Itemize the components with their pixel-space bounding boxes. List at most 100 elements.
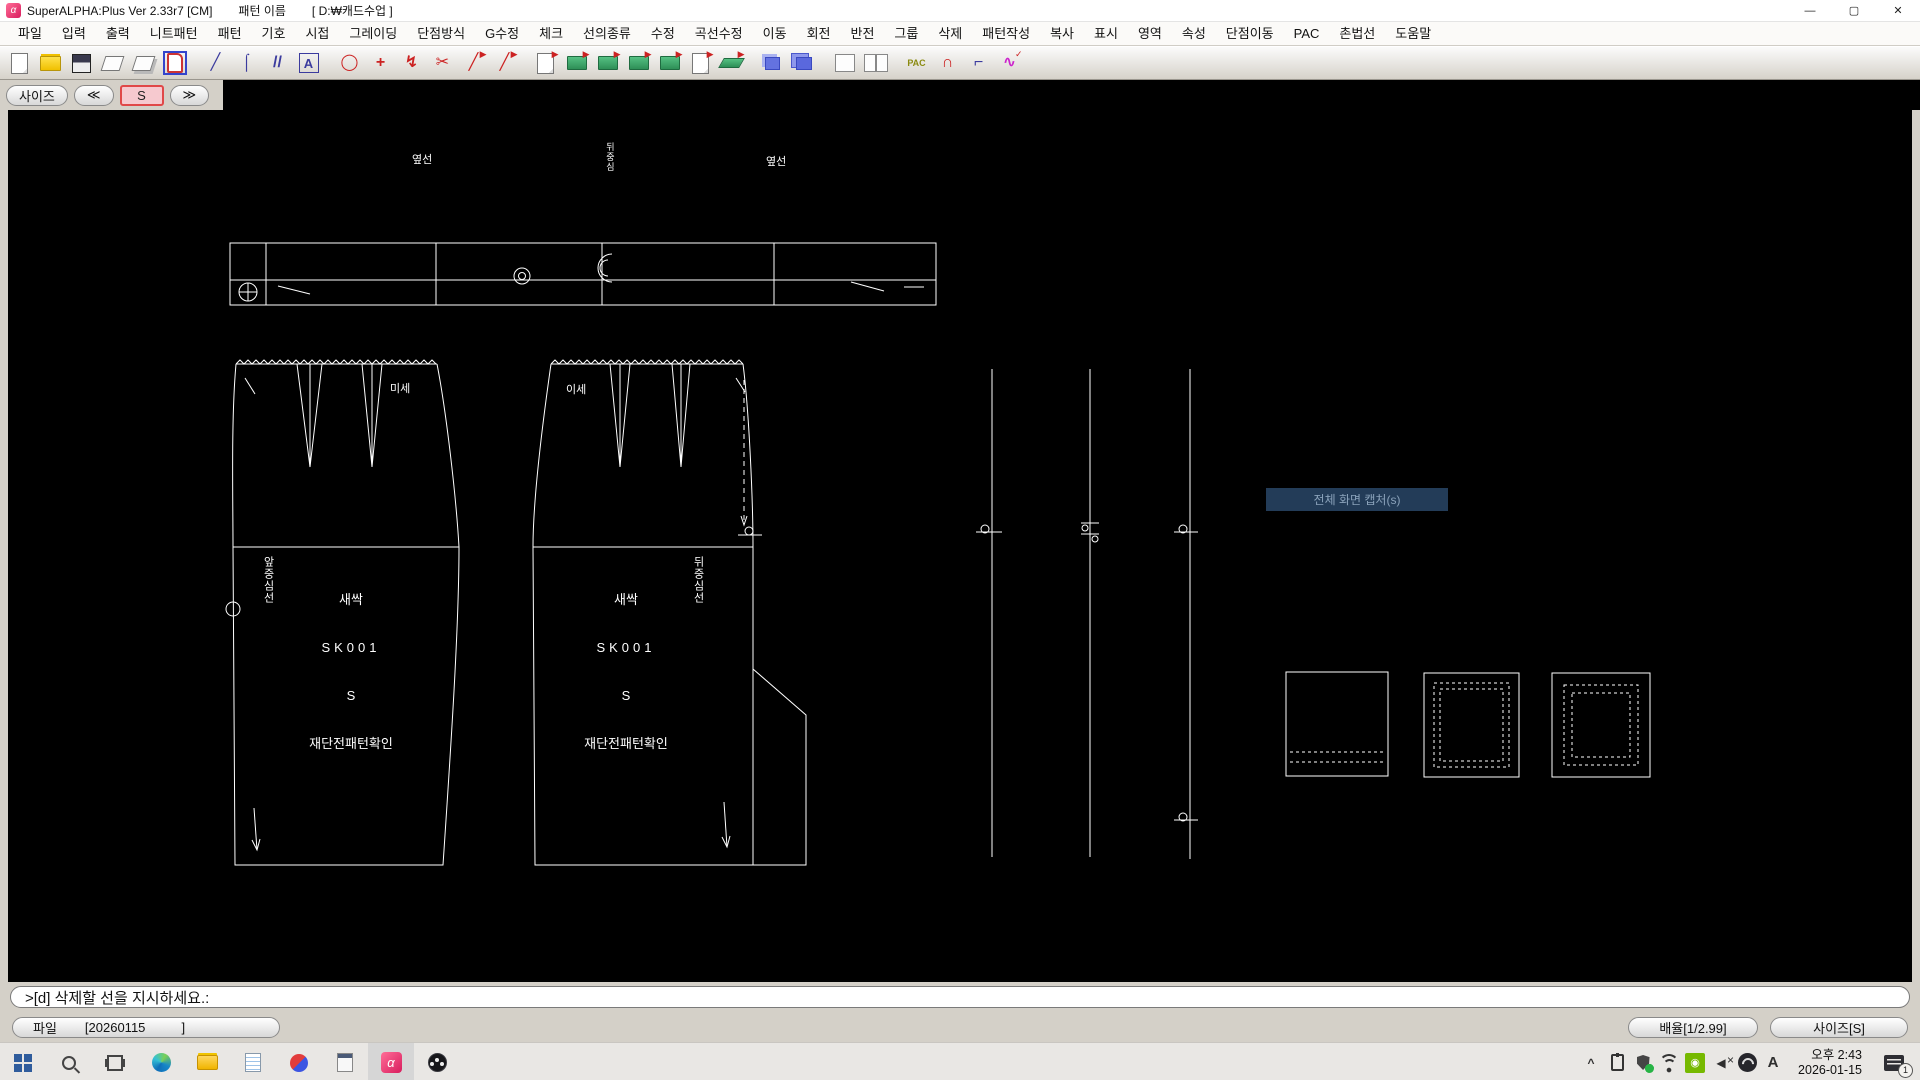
line-tool-icon[interactable]: ╱ <box>200 49 231 78</box>
command-prompt[interactable]: >[d] 삭제할 선을 지시하세요.: <box>10 986 1910 1008</box>
double-sheet-icon[interactable] <box>860 49 891 78</box>
size-next-button[interactable]: ≫ <box>170 85 210 106</box>
menu-item[interactable]: 도움말 <box>1385 22 1441 46</box>
menu-item[interactable]: 곡선수정 <box>685 22 753 46</box>
fold-page-icon[interactable]: ▶ <box>530 49 561 78</box>
seam-swatch-2[interactable] <box>1424 673 1519 777</box>
menu-item[interactable]: PAC <box>1284 22 1330 46</box>
calculator-icon[interactable] <box>322 1043 368 1080</box>
new-file-icon[interactable] <box>4 49 35 78</box>
file-name-field[interactable]: 파일 [20260115 ] <box>12 1017 280 1038</box>
open-folder-icon[interactable] <box>35 49 66 78</box>
pattern-page-icon[interactable]: ▶ <box>685 49 716 78</box>
pattern-slab-icon[interactable]: ▶ <box>716 49 747 78</box>
blank-sheet-icon[interactable] <box>829 49 860 78</box>
wifi-icon[interactable] <box>1656 1043 1682 1080</box>
notepad-icon[interactable] <box>230 1043 276 1080</box>
menu-item[interactable]: 촌법선 <box>1329 22 1385 46</box>
search-icon[interactable] <box>46 1043 92 1080</box>
copy-layers-icon[interactable] <box>788 49 819 78</box>
menu-item[interactable]: 기호 <box>252 22 296 46</box>
menu-item[interactable]: 단점이동 <box>1216 22 1284 46</box>
print-sheet-icon[interactable] <box>97 49 128 78</box>
security-shield-icon[interactable] <box>1630 1043 1656 1080</box>
menu-item[interactable]: 패턴작성 <box>972 22 1040 46</box>
hidden-icons-chevron[interactable]: ^ <box>1578 1043 1604 1080</box>
grain-line-2[interactable] <box>1081 369 1099 857</box>
superalpha-app-icon[interactable] <box>368 1043 414 1080</box>
menu-item[interactable]: 표시 <box>1084 22 1128 46</box>
extend-line-icon[interactable]: ╱▶ <box>489 49 520 78</box>
scissors-icon[interactable]: ✂ <box>427 49 458 78</box>
curve-tool-icon[interactable]: ⌠ <box>231 49 262 78</box>
lightning-arrow-icon[interactable]: ↯ <box>396 49 427 78</box>
drawing-canvas[interactable]: 옆선 뒤중심 옆선 미세 새싹 SK001 S 재단전패턴확인 앞중심선 이세 … <box>8 110 1912 982</box>
volume-muted-icon[interactable]: ◀ <box>1708 1043 1734 1080</box>
menu-item[interactable]: 출력 <box>96 22 140 46</box>
close-button[interactable]: ✕ <box>1876 0 1920 21</box>
circle-tool-icon[interactable]: ◯ <box>334 49 365 78</box>
obs-tray-icon[interactable] <box>1734 1043 1760 1080</box>
menu-item[interactable]: 시접 <box>295 22 339 46</box>
seam-swatch-3[interactable] <box>1552 673 1650 777</box>
menu-item[interactable]: 파일 <box>8 22 52 46</box>
pattern-block-3-icon[interactable]: ▶ <box>623 49 654 78</box>
trim-line-icon[interactable]: ╱▶ <box>458 49 489 78</box>
pattern-block-1-icon[interactable]: ▶ <box>561 49 592 78</box>
task-view-icon[interactable] <box>92 1043 138 1080</box>
size-indicator[interactable]: 사이즈[S] <box>1770 1017 1908 1038</box>
active-pattern-doc-icon[interactable] <box>159 49 190 78</box>
pattern-block-4-icon[interactable]: ▶ <box>654 49 685 78</box>
menu-item[interactable]: 선의종류 <box>573 22 641 46</box>
menu-item[interactable]: G수정 <box>475 22 529 46</box>
menu-item[interactable]: 이동 <box>753 22 797 46</box>
menu-item[interactable]: 그레이딩 <box>339 22 407 46</box>
size-tab-label[interactable]: 사이즈 <box>6 85 68 106</box>
zoom-scale-indicator[interactable]: 배율[1/2.99] <box>1628 1017 1758 1038</box>
grade-curve-icon[interactable]: ∿✓ <box>994 49 1025 78</box>
menu-item[interactable]: 니트패턴 <box>140 22 208 46</box>
pac-icon[interactable]: PAC <box>901 49 932 78</box>
maximize-button[interactable]: ▢ <box>1832 0 1876 21</box>
current-size-box[interactable]: S <box>120 85 164 106</box>
grain-line-3[interactable] <box>1174 369 1198 859</box>
notch-path-icon[interactable]: ⌐ <box>963 49 994 78</box>
move-point-icon[interactable]: + <box>365 49 396 78</box>
size-prev-button[interactable]: ≪ <box>74 85 114 106</box>
save-icon[interactable] <box>66 49 97 78</box>
obs-icon[interactable] <box>414 1043 460 1080</box>
menu-item[interactable]: 단점방식 <box>407 22 475 46</box>
menu-item[interactable]: 입력 <box>52 22 96 46</box>
menu-item[interactable]: 삭제 <box>928 22 972 46</box>
nvidia-icon[interactable]: ◉ <box>1682 1043 1708 1080</box>
text-tool-icon[interactable]: A <box>293 49 324 78</box>
clock-time: 오후 2:43 <box>1798 1048 1862 1063</box>
notification-center-button[interactable]: 1 <box>1874 1043 1914 1080</box>
edge-icon[interactable] <box>138 1043 184 1080</box>
minimize-button[interactable]: — <box>1788 0 1832 21</box>
menu-item[interactable]: 속성 <box>1172 22 1216 46</box>
menu-item[interactable]: 패턴 <box>208 22 252 46</box>
menu-item[interactable]: 복사 <box>1040 22 1084 46</box>
taskbar-clock[interactable]: 오후 2:43 2026-01-15 <box>1788 1048 1872 1078</box>
plot-sheet-icon[interactable] <box>128 49 159 78</box>
pattern-block-2-icon[interactable]: ▶ <box>592 49 623 78</box>
menu-item[interactable]: 체크 <box>529 22 573 46</box>
seam-hook-icon[interactable]: ∩ <box>932 49 963 78</box>
file-explorer-icon[interactable] <box>184 1043 230 1080</box>
start-button[interactable] <box>0 1043 46 1080</box>
menu-item[interactable]: 수정 <box>641 22 685 46</box>
menu-item[interactable]: 그룹 <box>884 22 928 46</box>
media-player-icon[interactable] <box>276 1043 322 1080</box>
parallel-lines-icon[interactable]: // <box>262 49 293 78</box>
copy-layer-icon[interactable] <box>757 49 788 78</box>
menu-item[interactable]: 반전 <box>840 22 884 46</box>
usb-device-icon[interactable] <box>1604 1043 1630 1080</box>
menu-item[interactable]: 영역 <box>1128 22 1172 46</box>
grain-line-1[interactable] <box>976 369 1002 857</box>
waistband-pattern[interactable] <box>230 243 936 305</box>
seam-swatch-1[interactable] <box>1286 672 1388 776</box>
front-info-line4: 재단전패턴확인 <box>276 736 426 752</box>
menu-item[interactable]: 회전 <box>797 22 841 46</box>
ime-language-icon[interactable]: A <box>1760 1043 1786 1080</box>
